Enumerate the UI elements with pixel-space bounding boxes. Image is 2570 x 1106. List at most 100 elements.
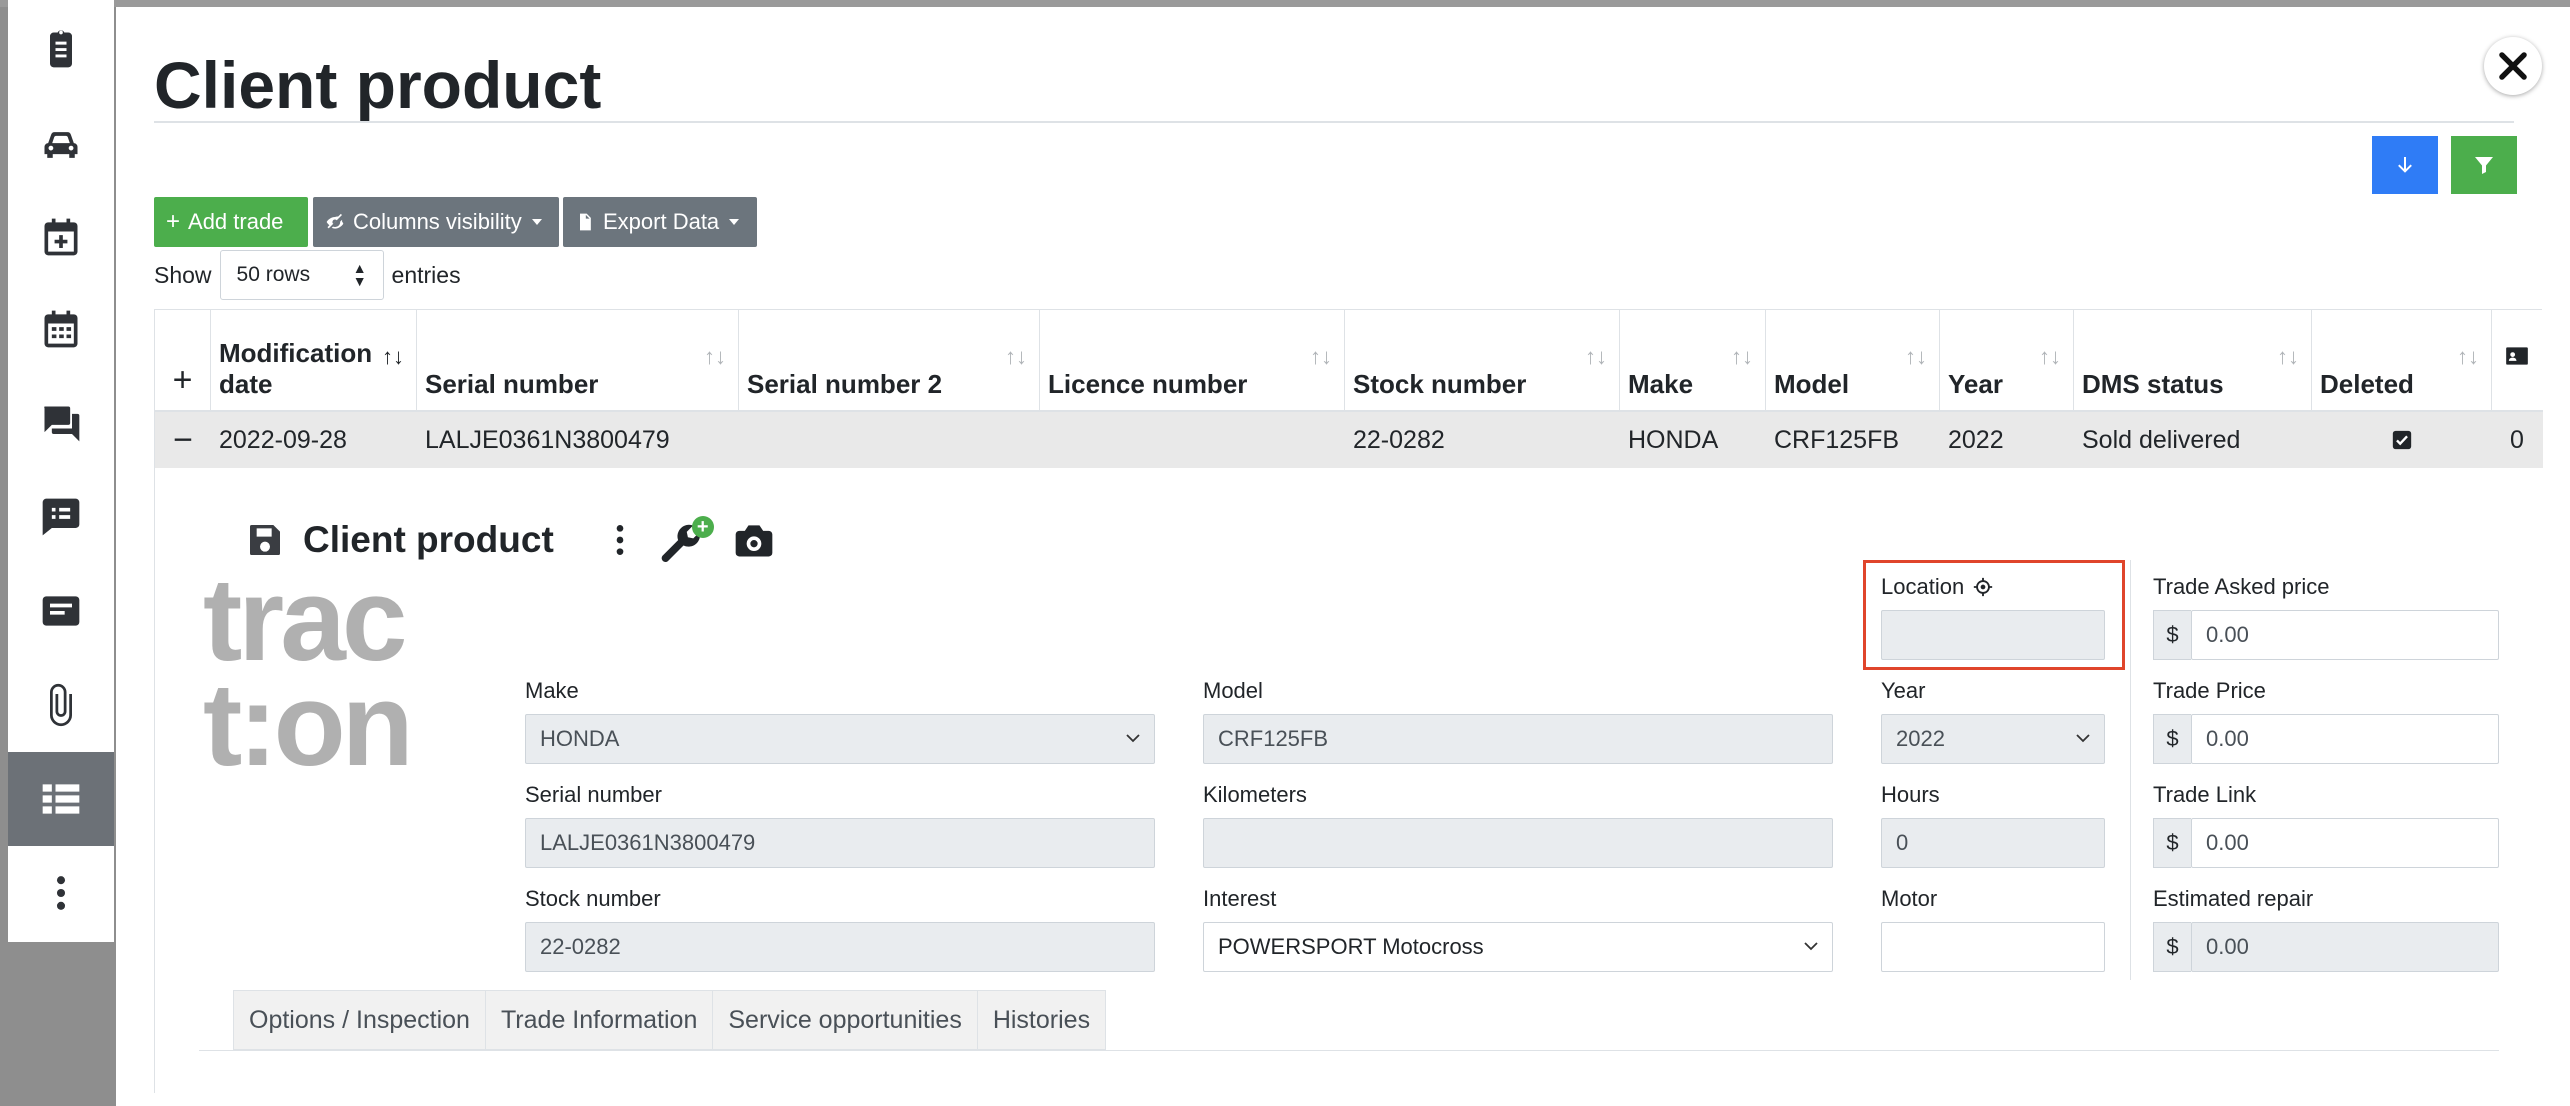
comment-list-icon [42, 498, 80, 536]
cell-serial-number: LALJE0361N3800479 [425, 425, 670, 454]
tab-histories[interactable]: Histories [976, 990, 1107, 1050]
chevron-down-icon [729, 219, 740, 225]
motor-label: Motor [1881, 886, 1938, 911]
kilometers-field[interactable] [1203, 818, 1833, 868]
detail-header: Client product + [245, 516, 776, 564]
tab-service-opportunities[interactable]: Service opportunities [712, 990, 978, 1050]
location-label: Location [1881, 574, 1965, 599]
collapse-row-button[interactable]: − [155, 412, 211, 468]
header-label: Make [1628, 369, 1694, 399]
columns-visibility-button[interactable]: Columns visibility [313, 197, 559, 247]
sidebar-item-notes[interactable] [8, 470, 114, 564]
sort-icon: ↑↓ [1731, 344, 1753, 369]
add-trade-button[interactable]: + Add trade [154, 197, 308, 247]
tabs-divider [199, 1050, 2499, 1051]
client-product-table: + Modification date ↑↓ Serial number ↑↓ … [154, 309, 2543, 1094]
sidebar-item-calendar[interactable] [8, 282, 114, 376]
column-header-make[interactable]: Make ↑↓ [1620, 310, 1766, 412]
export-data-button[interactable]: Export Data [563, 197, 757, 247]
cell-licence-number [1040, 412, 1345, 468]
column-header-licence-number[interactable]: Licence number ↑↓ [1040, 310, 1345, 412]
chat-icon [44, 406, 80, 442]
camera-icon[interactable] [732, 518, 776, 562]
header-label: Serial number [425, 369, 599, 399]
column-header-contact[interactable] [2492, 310, 2542, 412]
entries-control: Show 50 rows ▲ ▼ entries [154, 249, 461, 301]
make-select[interactable]: HONDA [525, 714, 1155, 764]
sidebar-item-attachments[interactable] [8, 658, 114, 752]
title-divider [154, 121, 2514, 123]
trade-link-label: Trade Link [2153, 782, 2257, 807]
column-header-modification-date[interactable]: Modification date ↑↓ [211, 310, 417, 412]
interest-select[interactable]: POWERSPORT Motocross [1203, 922, 1833, 972]
model-label: Model [1203, 678, 1263, 703]
sidebar-item-more[interactable] [8, 846, 114, 940]
sort-icon: ↑↓ [1005, 344, 1027, 369]
cell-dms-status: Sold delivered [2082, 425, 2241, 454]
column-header-deleted[interactable]: Deleted ↑↓ [2312, 310, 2492, 412]
close-icon [2499, 52, 2527, 80]
export-data-label: Export Data [603, 209, 720, 234]
sidebar-item-products[interactable] [8, 752, 114, 846]
close-button[interactable] [2484, 37, 2542, 95]
plus-icon[interactable]: + [173, 361, 193, 400]
plus-circle-icon: + [691, 516, 714, 538]
table-list-icon [42, 784, 80, 814]
download-button[interactable] [2372, 136, 2438, 194]
more-vertical-icon[interactable] [600, 520, 640, 560]
tab-trade-information[interactable]: Trade Information [484, 990, 714, 1050]
stock-number-field[interactable]: 22-0282 [525, 922, 1155, 972]
save-icon[interactable] [245, 520, 285, 560]
filter-button[interactable] [2451, 136, 2517, 194]
rows-per-page-value: 50 rows [236, 263, 311, 286]
column-header-stock-number[interactable]: Stock number ↑↓ [1345, 310, 1620, 412]
calendar-icon [44, 310, 78, 348]
location-label-row: Location [1881, 574, 1994, 600]
minus-icon: − [173, 420, 193, 459]
interest-value: POWERSPORT Motocross [1218, 934, 1484, 959]
trade-link-field[interactable]: 0.00 [2191, 818, 2499, 868]
detail-tabs: Options / Inspection Trade Information S… [233, 990, 1107, 1050]
contact-card-icon [2506, 347, 2528, 365]
file-icon [580, 213, 591, 231]
cell-make: HONDA [1628, 425, 1719, 454]
header-label: Modification [219, 338, 373, 368]
hours-field[interactable]: 0 [1881, 818, 2105, 868]
add-service-button[interactable]: + [658, 516, 714, 564]
car-icon [44, 132, 78, 158]
detail-title: Client product [303, 519, 554, 560]
year-select[interactable]: 2022 [1881, 714, 2105, 764]
sidebar-item-clipboard[interactable] [8, 2, 114, 96]
chevron-down-icon [1804, 942, 1818, 951]
column-header-year[interactable]: Year ↑↓ [1940, 310, 2074, 412]
interest-label: Interest [1203, 886, 1277, 911]
serial-number-field[interactable]: LALJE0361N3800479 [525, 818, 1155, 868]
sidebar-item-vehicles[interactable] [8, 98, 114, 192]
motor-field[interactable] [1881, 922, 2105, 972]
column-header-model[interactable]: Model ↑↓ [1766, 310, 1940, 412]
tab-options-inspection[interactable]: Options / Inspection [233, 990, 486, 1050]
sidebar-item-messages[interactable] [8, 564, 114, 658]
column-header-serial-number-2[interactable]: Serial number 2 ↑↓ [739, 310, 1040, 412]
chevron-down-icon [531, 219, 542, 225]
model-field[interactable]: CRF125FB [1203, 714, 1833, 764]
column-header-serial-number[interactable]: Serial number ↑↓ [417, 310, 739, 412]
column-header-dms-status[interactable]: DMS status ↑↓ [2074, 310, 2312, 412]
make-label: Make [525, 678, 579, 703]
location-field[interactable] [1881, 610, 2105, 660]
rows-per-page-select[interactable]: 50 rows ▲ ▼ [219, 250, 384, 300]
locate-icon[interactable] [1972, 576, 1994, 598]
trade-price-field[interactable]: 0.00 [2191, 714, 2499, 764]
sidebar-item-add-event[interactable] [8, 190, 114, 284]
hours-label: Hours [1881, 782, 1940, 807]
sort-icon: ↑↓ [1585, 344, 1607, 369]
currency-prefix: $ [2153, 818, 2191, 868]
header-label: Year [1948, 369, 2003, 399]
estimated-repair-field[interactable]: 0.00 [2191, 922, 2499, 972]
sidebar-item-conversations[interactable] [8, 376, 114, 470]
cell-deleted[interactable] [2312, 412, 2492, 468]
header-label: Model [1774, 369, 1850, 399]
sort-icon: ↑↓ [1905, 344, 1927, 369]
header-label: Deleted [2320, 369, 2414, 399]
trade-asked-price-field[interactable]: 0.00 [2191, 610, 2499, 660]
